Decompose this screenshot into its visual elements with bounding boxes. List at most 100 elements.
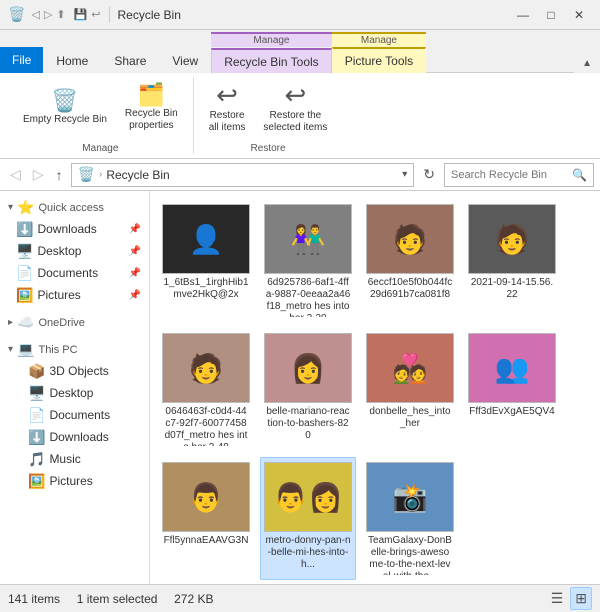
sidebar-item-desktop2[interactable]: 🖥️ Desktop	[0, 382, 149, 404]
file-item-f2[interactable]: 👫6d925786-6af1-4ffa-9887-0eeaa2a46f18_me…	[260, 199, 356, 322]
file-item-f3[interactable]: 🧑 6eccf10e5f0b044fc29d691b7ca081f8	[362, 199, 458, 322]
sidebar-item-pictures2[interactable]: 🖼️ Pictures	[0, 470, 149, 492]
pictures2-label: Pictures	[49, 474, 141, 488]
file-item-f6[interactable]: 👩 belle-mariano-reaction-to-bashers-820	[260, 328, 356, 451]
ribbon-content: 🗑️ Empty Recycle Bin 🗂️ Recycle Binprope…	[0, 73, 600, 159]
address-bar: ◁ ▷ ↑ 🗑️ › Recycle Bin ▾ ↻ 🔍	[0, 159, 600, 191]
file-item-f8[interactable]: 👥Fff3dEvXgAE5QV4	[464, 328, 560, 451]
file-area: 👤1_6tBs1_1irghHib1mve2HkQ@2x👫6d925786-6a…	[150, 191, 600, 584]
documents-label: Documents	[37, 266, 124, 280]
file-thumbnail-f10: 👨‍👩	[265, 463, 351, 531]
address-dropdown-icon[interactable]: ▾	[402, 169, 407, 180]
this-pc-icon: 💻	[17, 341, 34, 358]
file-tab[interactable]: File	[0, 47, 43, 73]
forward-button[interactable]: ▷	[29, 164, 48, 185]
empty-recycle-label: Empty Recycle Bin	[23, 114, 107, 126]
quick-access-undo[interactable]: ↩	[91, 8, 100, 21]
quick-access-back[interactable]: ◁	[31, 8, 39, 21]
file-item-f9[interactable]: 👨Ffl5ynnaEAAVG3N	[158, 457, 254, 580]
file-thumbnail-f2: 👫	[265, 205, 351, 273]
documents2-icon: 📄	[28, 407, 45, 424]
file-name-f2: 6d925786-6af1-4ffa-9887-0eeaa2a46f18_met…	[265, 277, 351, 317]
file-item-f7[interactable]: 💑 donbelle_hes_into_her	[362, 328, 458, 451]
expand-icon2: ▸	[8, 317, 13, 328]
grid-view-button[interactable]: ⊞	[570, 587, 592, 610]
pictures-icon: 🖼️	[16, 287, 33, 304]
file-name-f1: 1_6tBs1_1irghHib1mve2HkQ@2x	[163, 277, 249, 301]
ribbon-tabs-row: File Home Share View Manage Recycle Bin …	[0, 30, 600, 73]
close-button[interactable]: ✕	[566, 5, 592, 25]
sidebar-item-documents2[interactable]: 📄 Documents	[0, 404, 149, 426]
desktop2-label: Desktop	[49, 386, 141, 400]
window-controls: — □ ✕	[510, 5, 592, 25]
downloads2-label: Downloads	[49, 430, 141, 444]
tab-share[interactable]: Share	[101, 47, 159, 73]
quick-access-label: Quick access	[38, 202, 103, 214]
sidebar-item-documents[interactable]: 📄 Documents 📌	[0, 262, 149, 284]
tab-picture-tools[interactable]: Picture Tools	[332, 47, 426, 73]
up-button[interactable]: ↑	[52, 165, 67, 185]
sidebar-section-quick-access[interactable]: ▾ ⭐ Quick access	[0, 195, 149, 218]
file-name-f7: donbelle_hes_into_her	[367, 406, 453, 430]
file-name-f8: Fff3dEvXgAE5QV4	[469, 406, 554, 418]
file-item-f4[interactable]: 🧑2021-09-14-15.56.22	[464, 199, 560, 322]
file-thumbnail-f3: 🧑	[367, 205, 453, 273]
search-input[interactable]	[451, 169, 568, 181]
back-button[interactable]: ◁	[6, 164, 25, 185]
search-icon: 🔍	[572, 168, 587, 182]
maximize-button[interactable]: □	[538, 5, 564, 25]
search-box[interactable]: 🔍	[444, 163, 594, 187]
file-thumbnail-f4: 🧑	[469, 205, 555, 273]
status-text: 141 items 1 item selected 272 KB	[8, 592, 538, 606]
properties-label: Recycle Binproperties	[125, 108, 178, 132]
sidebar-item-desktop[interactable]: 🖥️ Desktop 📌	[0, 240, 149, 262]
ribbon-chevron[interactable]: ▲	[574, 54, 600, 73]
file-name-f3: 6eccf10e5f0b044fc29d691b7ca081f8	[367, 277, 453, 301]
selected-count: 1 item selected	[77, 592, 158, 606]
item-count: 141 items	[8, 592, 60, 606]
file-thumbnail-f6: 👩	[265, 334, 351, 402]
pin-icon4: 📌	[129, 290, 141, 301]
sidebar-section-this-pc[interactable]: ▾ 💻 This PC	[0, 337, 149, 360]
properties-icon: 🗂️	[138, 84, 165, 106]
list-view-button[interactable]: ☰	[546, 587, 569, 610]
pin-icon3: 📌	[129, 268, 141, 279]
recycle-bin-properties-button[interactable]: 🗂️ Recycle Binproperties	[118, 79, 185, 137]
restore-all-icon: ↩	[216, 82, 238, 108]
file-thumbnail-f7: 💑	[367, 334, 453, 402]
restore-group-label: Restore	[251, 143, 286, 154]
desktop2-icon: 🖥️	[28, 385, 45, 402]
sidebar-item-pictures[interactable]: 🖼️ Pictures 📌	[0, 284, 149, 306]
empty-recycle-bin-button[interactable]: 🗑️ Empty Recycle Bin	[16, 85, 114, 131]
file-item-f5[interactable]: 🧑0646463f-c0d4-44c7-92f7-60077458d07f_me…	[158, 328, 254, 451]
desktop-label: Desktop	[37, 244, 124, 258]
manage-label-picture: Manage	[332, 32, 426, 47]
file-item-f10[interactable]: 👨‍👩metro-donny-pan-n-belle-mi-hes-into-h…	[260, 457, 356, 580]
file-name-f11: TeamGalaxy-DonBelle-brings-awesome-to-th…	[367, 535, 453, 575]
sidebar-section-onedrive[interactable]: ▸ ☁️ OneDrive	[0, 310, 149, 333]
quick-access-up[interactable]: ⬆	[56, 8, 65, 21]
file-item-f11[interactable]: 📸TeamGalaxy-DonBelle-brings-awesome-to-t…	[362, 457, 458, 580]
sidebar-item-3d-objects[interactable]: 📦 3D Objects	[0, 360, 149, 382]
sidebar-item-downloads2[interactable]: ⬇️ Downloads	[0, 426, 149, 448]
file-item-f1[interactable]: 👤1_6tBs1_1irghHib1mve2HkQ@2x	[158, 199, 254, 322]
tab-view[interactable]: View	[159, 47, 211, 73]
music-label: Music	[49, 452, 141, 466]
tab-recycle-bin-tools[interactable]: Recycle Bin Tools	[211, 48, 332, 74]
address-field[interactable]: 🗑️ › Recycle Bin ▾	[71, 163, 415, 187]
downloads-label: Downloads	[37, 222, 124, 236]
refresh-button[interactable]: ↻	[418, 163, 440, 186]
sidebar-item-music[interactable]: 🎵 Music	[0, 448, 149, 470]
documents-icon: 📄	[16, 265, 33, 282]
tab-home[interactable]: Home	[43, 47, 101, 73]
quick-access-save[interactable]: 💾	[74, 8, 88, 21]
main-layout: ▾ ⭐ Quick access ⬇️ Downloads 📌 🖥️ Deskt…	[0, 191, 600, 584]
file-name-f6: belle-mariano-reaction-to-bashers-820	[265, 406, 351, 442]
restore-all-button[interactable]: ↩ Restoreall items	[202, 77, 253, 139]
quick-access-forward[interactable]: ▷	[44, 8, 52, 21]
this-pc-label: This PC	[38, 344, 77, 356]
sidebar-item-downloads[interactable]: ⬇️ Downloads 📌	[0, 218, 149, 240]
file-name-f9: Ffl5ynnaEAAVG3N	[164, 535, 249, 547]
restore-selected-button[interactable]: ↩ Restore theselected items	[256, 77, 334, 139]
minimize-button[interactable]: —	[510, 5, 536, 25]
